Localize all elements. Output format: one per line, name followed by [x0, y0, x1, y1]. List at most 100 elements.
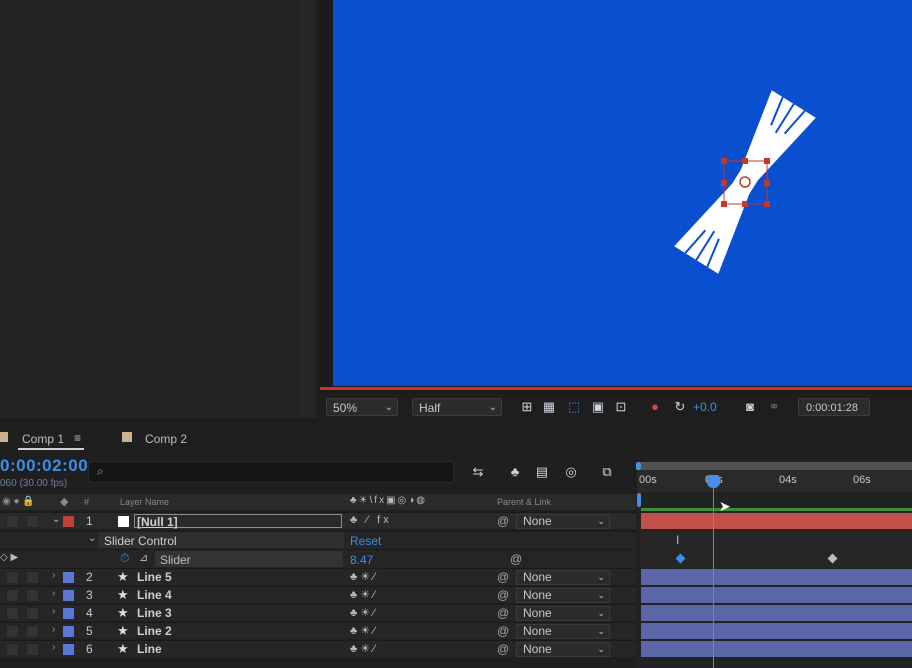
label-color[interactable] [63, 590, 74, 601]
current-time-display[interactable]: 0:00:01:28 [798, 398, 870, 416]
panel-menu-icon[interactable]: ≡ [74, 431, 81, 445]
label-color[interactable] [63, 626, 74, 637]
null-layer-bar[interactable] [641, 513, 912, 529]
effect-row[interactable]: ⌄ Slider Control Reset [0, 531, 636, 549]
pick-whip-icon[interactable]: @ [497, 606, 509, 620]
show-snapshot-icon[interactable]: ⚭ [766, 399, 782, 415]
chevron-down-icon[interactable]: ⌄ [88, 533, 96, 544]
lock-toggle[interactable] [26, 571, 39, 584]
tab-comp-2[interactable]: Comp 2 [145, 432, 187, 446]
time-ruler[interactable]: 00s 02s 04s 06s [637, 470, 912, 492]
pick-whip-icon[interactable]: @ [497, 514, 509, 528]
layer-row[interactable]: › 4 ★ Line 3 ♣☀⁄ @ None ⌄ [0, 604, 636, 621]
lock-toggle[interactable] [26, 607, 39, 620]
label-color[interactable] [63, 644, 74, 655]
zoom-dropdown[interactable]: 50% ⌄ [326, 398, 398, 416]
layer-name[interactable]: Line 3 [137, 606, 172, 620]
resolution-dropdown[interactable]: Half ⌄ [412, 398, 502, 416]
layer-switches[interactable]: ♣☀⁄ [350, 642, 378, 655]
tab-comp-1[interactable]: Comp 1 [22, 432, 64, 446]
snapshot-icon[interactable]: ◙ [742, 399, 758, 415]
shape-layer-bar[interactable] [641, 641, 912, 657]
composition-mini-flowchart-icon[interactable]: ⇆ [470, 464, 486, 480]
video-toggle[interactable] [6, 515, 19, 528]
label-color[interactable] [63, 608, 74, 619]
parent-dropdown[interactable]: None ⌄ [516, 642, 610, 657]
lock-toggle[interactable] [26, 625, 39, 638]
layer-switches[interactable]: ♣☀⁄ [350, 588, 378, 601]
video-toggle[interactable] [6, 607, 19, 620]
work-area-bar[interactable] [641, 462, 912, 470]
chevron-down-icon[interactable]: ⌄ [52, 514, 60, 525]
layer-row[interactable]: ⌄ 1 [Null 1] ♣ ⁄ fx @ None ⌄ [0, 512, 636, 529]
shape-layer-bar[interactable] [641, 587, 912, 603]
transparency-grid-icon[interactable]: ▦ [541, 399, 557, 415]
layer-name[interactable]: Line 2 [137, 624, 172, 638]
channel-icon[interactable]: ● [647, 399, 663, 415]
layer-switches[interactable]: ♣☀⁄ [350, 606, 378, 619]
property-row[interactable]: ◇ ▶ ⏱ ⊿ Slider 8.47 @ [0, 549, 636, 568]
timecode[interactable]: 0:00:02:00 [0, 456, 88, 476]
video-toggle[interactable] [6, 625, 19, 638]
layer-row[interactable]: › 3 ★ Line 4 ♣☀⁄ @ None ⌄ [0, 586, 636, 603]
reset-exposure-icon[interactable]: ↻ [672, 399, 688, 415]
layer-row[interactable]: › 6 ★ Line ♣☀⁄ @ None ⌄ [0, 640, 636, 657]
lock-toggle[interactable] [26, 643, 39, 656]
mask-visibility-icon[interactable]: ⬚ [566, 399, 582, 415]
pick-whip-icon[interactable]: @ [510, 552, 522, 566]
stopwatch-icon[interactable]: ⏱ [120, 551, 129, 566]
parent-dropdown[interactable]: None ⌄ [516, 606, 610, 621]
label-color[interactable] [63, 516, 74, 527]
shape-layer-bar[interactable] [641, 623, 912, 639]
layer-name[interactable]: Line [137, 642, 162, 656]
layer-switches[interactable]: ♣☀⁄ [350, 570, 378, 583]
fast-previews-icon[interactable]: ⊞ [519, 399, 535, 415]
chevron-right-icon[interactable]: › [52, 570, 55, 581]
pick-whip-icon[interactable]: @ [497, 624, 509, 638]
shape-layer-bar[interactable] [641, 605, 912, 621]
parent-dropdown[interactable]: None ⌄ [516, 514, 610, 529]
pick-whip-icon[interactable]: @ [497, 588, 509, 602]
chevron-right-icon[interactable]: › [52, 606, 55, 617]
keyframe-navigator-icon[interactable]: ◇ ▶ [0, 552, 18, 563]
parent-dropdown[interactable]: None ⌄ [516, 570, 610, 585]
current-time-indicator[interactable] [707, 475, 720, 488]
grid-guides-icon[interactable]: ⊡ [613, 399, 629, 415]
slider-value[interactable]: 8.47 [350, 553, 373, 567]
layer-name[interactable]: Line 4 [137, 588, 172, 602]
layer-name[interactable]: Line 5 [137, 570, 172, 584]
graph-icon[interactable]: ⊿ [139, 551, 148, 564]
layer-row[interactable]: › 2 ★ Line 5 ♣☀⁄ @ None ⌄ [0, 568, 636, 585]
lock-toggle[interactable] [26, 589, 39, 602]
pick-whip-icon[interactable]: @ [497, 570, 509, 584]
reset-link[interactable]: Reset [350, 534, 381, 548]
composition-canvas[interactable] [333, 0, 912, 386]
chevron-right-icon[interactable]: › [52, 588, 55, 599]
parent-dropdown[interactable]: None ⌄ [516, 588, 610, 603]
chevron-right-icon[interactable]: › [52, 624, 55, 635]
parent-dropdown[interactable]: None ⌄ [516, 624, 610, 639]
project-scrollbar[interactable] [298, 0, 314, 418]
work-area-start-handle[interactable] [636, 462, 641, 470]
video-toggle[interactable] [6, 571, 19, 584]
in-point-handle[interactable] [637, 493, 641, 507]
graph-editor-icon[interactable]: ⧉ [599, 464, 615, 480]
current-time-indicator-line[interactable] [713, 476, 714, 668]
layer-switches[interactable]: ♣ ⁄ fx [350, 514, 392, 526]
chevron-right-icon[interactable]: › [52, 642, 55, 653]
layer-switches[interactable]: ♣☀⁄ [350, 624, 378, 637]
video-toggle[interactable] [6, 589, 19, 602]
layer-row[interactable]: › 5 ★ Line 2 ♣☀⁄ @ None ⌄ [0, 622, 636, 639]
layer-name-header[interactable]: Layer Name [120, 497, 169, 507]
exposure-value[interactable]: +0.0 [693, 400, 717, 414]
label-color[interactable] [63, 572, 74, 583]
shape-layer-bar[interactable] [641, 569, 912, 585]
frame-blending-icon[interactable]: ▤ [534, 464, 550, 480]
video-toggle[interactable] [6, 643, 19, 656]
layer-name-field[interactable]: [Null 1] [134, 514, 342, 529]
shy-layers-icon[interactable]: ♣ [507, 464, 523, 480]
pick-whip-icon[interactable]: @ [497, 642, 509, 656]
layer-search-input[interactable]: ⌕ [88, 461, 454, 483]
lock-toggle[interactable] [26, 515, 39, 528]
region-of-interest-icon[interactable]: ▣ [590, 399, 606, 415]
